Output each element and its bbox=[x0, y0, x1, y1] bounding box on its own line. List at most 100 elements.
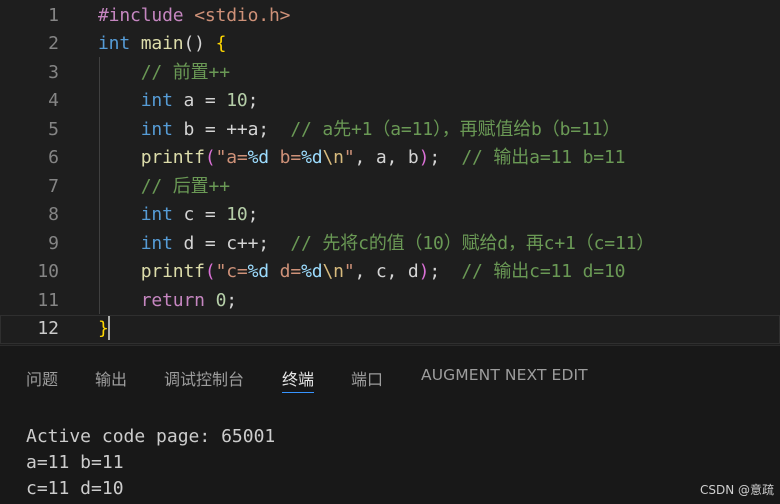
code-token: ( bbox=[204, 261, 216, 282]
code-token: %d bbox=[247, 147, 270, 168]
tab-ports[interactable]: 端口 bbox=[351, 366, 383, 390]
line-number: 9 bbox=[48, 232, 59, 254]
line-number: 1 bbox=[48, 4, 59, 26]
code-token: int bbox=[140, 204, 173, 225]
code-token: %d bbox=[247, 261, 270, 282]
code-token: b = ++a; bbox=[172, 118, 291, 140]
code-token: " bbox=[343, 147, 355, 168]
code-text[interactable]: // 后置++ bbox=[98, 173, 230, 202]
code-token: " bbox=[343, 261, 355, 282]
tab-augment-next-edit[interactable]: AUGMENT NEXT EDIT bbox=[421, 366, 588, 384]
terminal-line: c=11 d=10 bbox=[26, 478, 124, 499]
code-token: ) bbox=[418, 261, 430, 282]
code-text[interactable]: int b = ++a; // a先+1（a=11），再赋值给b（b=11） bbox=[98, 116, 621, 145]
terminal-line: Active code page: 65001 bbox=[26, 426, 276, 447]
code-token: c = bbox=[172, 204, 227, 225]
code-token: d= bbox=[269, 261, 302, 282]
tab-output[interactable]: 输出 bbox=[95, 366, 127, 390]
text-cursor bbox=[108, 316, 110, 340]
code-token: %d bbox=[301, 261, 323, 282]
code-line[interactable]: 11 return 0; bbox=[0, 287, 780, 316]
code-line[interactable]: 2 int main() { bbox=[0, 30, 780, 59]
code-token: ) bbox=[418, 147, 430, 168]
code-line[interactable]: 9 int d = c++; // 先将c的值（10）赋给d，再c+1（c=11… bbox=[0, 230, 780, 259]
line-number: 10 bbox=[37, 261, 59, 282]
code-token: %d bbox=[301, 147, 323, 168]
tab-problems[interactable]: 问题 bbox=[26, 366, 58, 390]
code-token: 0 bbox=[215, 289, 227, 311]
panel-tabs: 问题 输出 调试控制台 终端 端口 AUGMENT NEXT EDIT bbox=[0, 346, 780, 404]
code-token: b= bbox=[269, 147, 302, 168]
code-line[interactable]: 7 // 后置++ bbox=[0, 173, 780, 202]
code-token: ( bbox=[204, 147, 216, 168]
code-line[interactable]: 8 int c = 10; bbox=[0, 201, 780, 230]
code-token: 10 bbox=[226, 204, 248, 225]
code-text[interactable]: printf("c=%d d=%d\n", c, d); // 输出c=11 d… bbox=[98, 258, 626, 287]
code-token: int bbox=[140, 118, 173, 140]
code-line[interactable]: 4 int a = 10; bbox=[0, 87, 780, 116]
code-token: return bbox=[140, 289, 205, 311]
code-line[interactable]: 6 printf("a=%d b=%d\n", a, b); // 输出a=11… bbox=[0, 144, 780, 173]
code-token: int bbox=[140, 90, 173, 111]
watermark: CSDN @意疏 bbox=[699, 483, 774, 497]
code-token: ; bbox=[429, 147, 462, 168]
code-token: // 后置++ bbox=[140, 175, 230, 197]
code-token: // 输出c=11 d=10 bbox=[461, 261, 626, 282]
code-line[interactable]: 1 #include <stdio.h> bbox=[0, 2, 780, 31]
code-token: \n bbox=[322, 147, 344, 168]
tab-terminal[interactable]: 终端 bbox=[282, 366, 315, 393]
line-number: 6 bbox=[48, 147, 59, 168]
code-token: () bbox=[183, 33, 216, 54]
code-token: d = c++; bbox=[172, 232, 291, 254]
code-line[interactable]: 12} bbox=[0, 315, 780, 344]
code-text[interactable]: int c = 10; bbox=[98, 201, 259, 230]
code-token: #include bbox=[98, 4, 184, 26]
line-number: 11 bbox=[37, 289, 59, 311]
code-text[interactable]: printf("a=%d b=%d\n", a, b); // 输出a=11 b… bbox=[98, 144, 626, 173]
code-token: int bbox=[140, 232, 173, 254]
code-text[interactable]: #include <stdio.h> bbox=[98, 2, 291, 31]
code-line[interactable]: 10 printf("c=%d d=%d\n", c, d); // 输出c=1… bbox=[0, 258, 780, 287]
line-number: 2 bbox=[48, 33, 59, 54]
code-token: ; bbox=[429, 261, 462, 282]
code-token: ; bbox=[247, 204, 259, 225]
code-token: "a= bbox=[215, 147, 248, 168]
code-line[interactable]: 3 // 前置++ bbox=[0, 59, 780, 88]
code-text[interactable]: // 前置++ bbox=[98, 59, 230, 88]
code-token: printf bbox=[140, 261, 205, 282]
line-number: 3 bbox=[48, 61, 59, 83]
terminal-line: a=11 b=11 bbox=[26, 452, 124, 473]
code-text[interactable]: int a = 10; bbox=[98, 87, 259, 116]
code-token: 10 bbox=[226, 90, 248, 111]
code-token: int bbox=[98, 33, 131, 54]
code-text[interactable]: int main() { bbox=[98, 30, 226, 59]
code-token: \n bbox=[322, 261, 344, 282]
code-token: printf bbox=[140, 147, 205, 168]
terminal-output[interactable]: Active code page: 65001 a=11 b=11 c=11 d… bbox=[26, 424, 275, 502]
tab-debug-console[interactable]: 调试控制台 bbox=[164, 366, 244, 390]
code-token: // 前置++ bbox=[140, 61, 230, 83]
code-token: "c= bbox=[215, 261, 248, 282]
code-token: a = bbox=[172, 90, 227, 111]
code-editor[interactable]: 1 #include <stdio.h> 2 int main() {3 // 前置+… bbox=[0, 0, 780, 345]
code-token: ; bbox=[247, 90, 259, 111]
line-number: 5 bbox=[48, 118, 59, 140]
code-token: <stdio.h> bbox=[194, 4, 291, 26]
line-number: 4 bbox=[48, 90, 59, 111]
code-text[interactable]: return 0; bbox=[98, 287, 237, 316]
code-token: // 输出a=11 b=11 bbox=[461, 147, 626, 168]
bottom-panel: 问题 输出 调试控制台 终端 端口 AUGMENT NEXT EDIT Acti… bbox=[0, 345, 780, 504]
code-token: ; bbox=[226, 289, 237, 311]
code-token: { bbox=[215, 33, 227, 54]
code-text[interactable]: int d = c++; // 先将c的值（10）赋给d，再c+1（c=11） bbox=[98, 230, 655, 259]
code-line[interactable]: 5 int b = ++a; // a先+1（a=11），再赋值给b（b=11） bbox=[0, 116, 780, 145]
